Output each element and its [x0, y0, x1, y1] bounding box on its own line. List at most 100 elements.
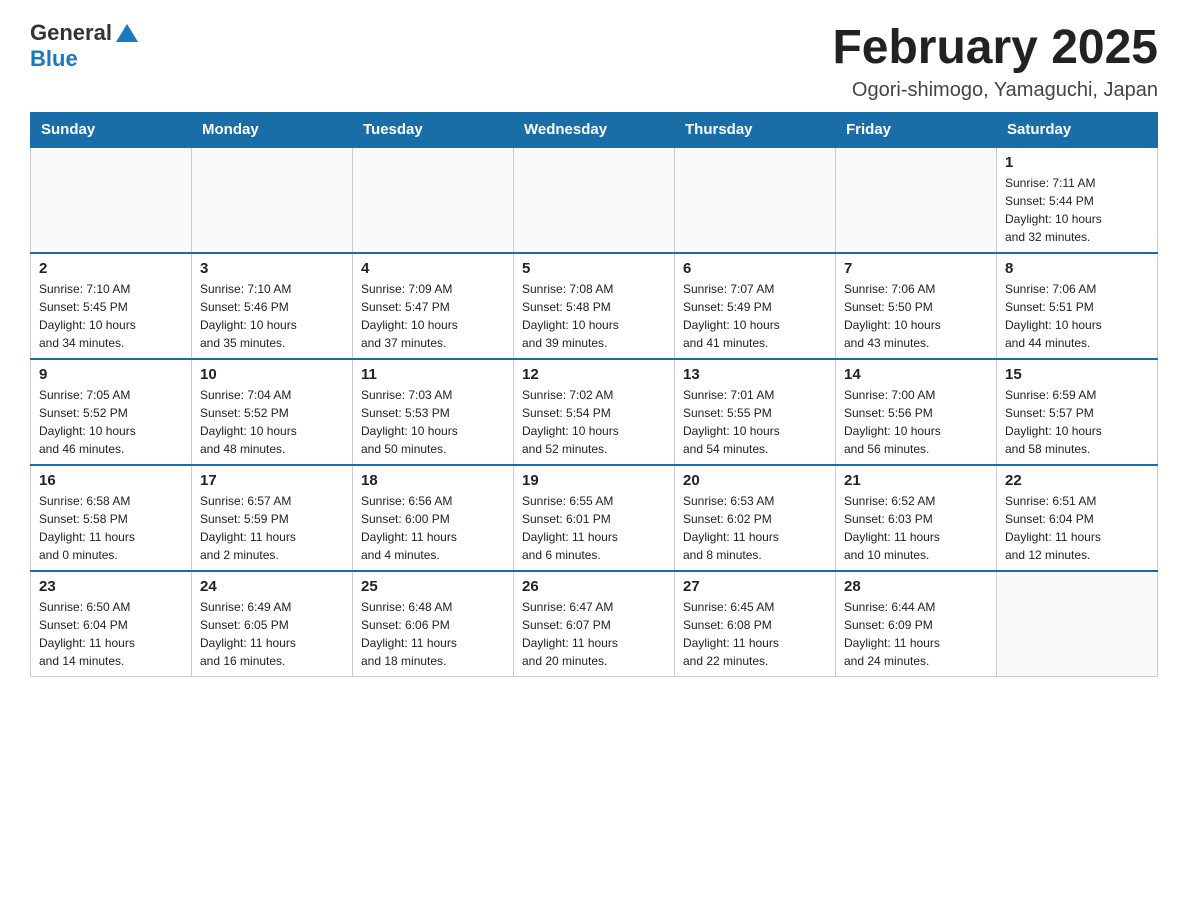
day-number: 3 [200, 260, 344, 277]
day-number: 13 [683, 366, 827, 383]
calendar-table: SundayMondayTuesdayWednesdayThursdayFrid… [30, 112, 1158, 677]
day-info: Sunrise: 7:05 AM Sunset: 5:52 PM Dayligh… [39, 386, 183, 458]
calendar-cell: 28 Sunrise: 6:44 AM Sunset: 6:09 PM Dayli… [836, 571, 997, 677]
day-info: Sunrise: 6:45 AM Sunset: 6:08 PM Dayligh… [683, 598, 827, 670]
day-number: 19 [522, 472, 666, 489]
day-number: 4 [361, 260, 505, 277]
calendar-week-row: 9 Sunrise: 7:05 AM Sunset: 5:52 PM Daylig… [31, 359, 1158, 465]
calendar-cell [997, 571, 1158, 677]
calendar-cell [675, 147, 836, 253]
day-info: Sunrise: 6:47 AM Sunset: 6:07 PM Dayligh… [522, 598, 666, 670]
calendar-cell [353, 147, 514, 253]
calendar-cell: 13 Sunrise: 7:01 AM Sunset: 5:55 PM Dayli… [675, 359, 836, 465]
calendar-cell: 16Sunrise: 6:58 AM Sunset: 5:58 PM Dayli… [31, 465, 192, 571]
calendar-cell: 26 Sunrise: 6:47 AM Sunset: 6:07 PM Dayli… [514, 571, 675, 677]
day-number: 10 [200, 366, 344, 383]
calendar-cell: 25 Sunrise: 6:48 AM Sunset: 6:06 PM Dayli… [353, 571, 514, 677]
calendar-subtitle: Ogori-shimogo, Yamaguchi, Japan [832, 79, 1158, 102]
calendar-week-row: 2 Sunrise: 7:10 AM Sunset: 5:45 PM Daylig… [31, 253, 1158, 359]
calendar-cell: 22 Sunrise: 6:51 AM Sunset: 6:04 PM Dayli… [997, 465, 1158, 571]
day-number: 11 [361, 366, 505, 383]
day-info: Sunrise: 7:06 AM Sunset: 5:51 PM Dayligh… [1005, 280, 1149, 352]
calendar-header: SundayMondayTuesdayWednesdayThursdayFrid… [31, 113, 1158, 148]
logo-general-text: General [30, 20, 112, 46]
weekday-header-monday: Monday [192, 113, 353, 148]
day-info: Sunrise: 6:48 AM Sunset: 6:06 PM Dayligh… [361, 598, 505, 670]
calendar-cell: 3 Sunrise: 7:10 AM Sunset: 5:46 PM Daylig… [192, 253, 353, 359]
day-number: 14 [844, 366, 988, 383]
day-info: Sunrise: 6:44 AM Sunset: 6:09 PM Dayligh… [844, 598, 988, 670]
calendar-cell [514, 147, 675, 253]
day-info: Sunrise: 7:02 AM Sunset: 5:54 PM Dayligh… [522, 386, 666, 458]
calendar-cell: 14 Sunrise: 7:00 AM Sunset: 5:56 PM Dayli… [836, 359, 997, 465]
title-block: February 2025 Ogori-shimogo, Yamaguchi, … [832, 20, 1158, 102]
weekday-header-tuesday: Tuesday [353, 113, 514, 148]
calendar-title: February 2025 [832, 20, 1158, 75]
calendar-cell: 5 Sunrise: 7:08 AM Sunset: 5:48 PM Daylig… [514, 253, 675, 359]
day-number: 9 [39, 366, 183, 383]
day-number: 25 [361, 578, 505, 595]
day-number: 7 [844, 260, 988, 277]
day-info: Sunrise: 6:51 AM Sunset: 6:04 PM Dayligh… [1005, 492, 1149, 564]
day-info: Sunrise: 7:06 AM Sunset: 5:50 PM Dayligh… [844, 280, 988, 352]
day-info: Sunrise: 7:07 AM Sunset: 5:49 PM Dayligh… [683, 280, 827, 352]
day-number: 18 [361, 472, 505, 489]
calendar-cell: 17 Sunrise: 6:57 AM Sunset: 5:59 PM Dayli… [192, 465, 353, 571]
weekday-header-sunday: Sunday [31, 113, 192, 148]
day-number: 27 [683, 578, 827, 595]
day-number: 8 [1005, 260, 1149, 277]
calendar-cell: 1 Sunrise: 7:11 AM Sunset: 5:44 PM Daylig… [997, 147, 1158, 253]
logo: General Blue [30, 20, 138, 72]
calendar-cell [836, 147, 997, 253]
calendar-cell [31, 147, 192, 253]
day-number: 22 [1005, 472, 1149, 489]
day-number: 6 [683, 260, 827, 277]
day-info: Sunrise: 6:49 AM Sunset: 6:05 PM Dayligh… [200, 598, 344, 670]
weekday-header-wednesday: Wednesday [514, 113, 675, 148]
day-info: Sunrise: 7:09 AM Sunset: 5:47 PM Dayligh… [361, 280, 505, 352]
calendar-cell: 4 Sunrise: 7:09 AM Sunset: 5:47 PM Daylig… [353, 253, 514, 359]
day-number: 26 [522, 578, 666, 595]
day-number: 5 [522, 260, 666, 277]
day-info: Sunrise: 7:10 AM Sunset: 5:45 PM Dayligh… [39, 280, 183, 352]
calendar-cell: 21 Sunrise: 6:52 AM Sunset: 6:03 PM Dayli… [836, 465, 997, 571]
day-info: Sunrise: 7:03 AM Sunset: 5:53 PM Dayligh… [361, 386, 505, 458]
calendar-cell: 24Sunrise: 6:49 AM Sunset: 6:05 PM Dayli… [192, 571, 353, 677]
calendar-body: 1 Sunrise: 7:11 AM Sunset: 5:44 PM Daylig… [31, 147, 1158, 677]
day-number: 16 [39, 472, 183, 489]
calendar-week-row: 23Sunrise: 6:50 AM Sunset: 6:04 PM Dayli… [31, 571, 1158, 677]
day-info: Sunrise: 6:50 AM Sunset: 6:04 PM Dayligh… [39, 598, 183, 670]
logo-blue-text: Blue [30, 46, 78, 72]
day-info: Sunrise: 7:11 AM Sunset: 5:44 PM Dayligh… [1005, 174, 1149, 246]
weekday-header-saturday: Saturday [997, 113, 1158, 148]
calendar-cell: 11 Sunrise: 7:03 AM Sunset: 5:53 PM Dayli… [353, 359, 514, 465]
calendar-cell: 10 Sunrise: 7:04 AM Sunset: 5:52 PM Dayli… [192, 359, 353, 465]
day-number: 17 [200, 472, 344, 489]
logo-triangle-icon [116, 24, 138, 42]
day-number: 15 [1005, 366, 1149, 383]
calendar-cell: 6 Sunrise: 7:07 AM Sunset: 5:49 PM Daylig… [675, 253, 836, 359]
day-info: Sunrise: 6:59 AM Sunset: 5:57 PM Dayligh… [1005, 386, 1149, 458]
calendar-cell: 12Sunrise: 7:02 AM Sunset: 5:54 PM Dayli… [514, 359, 675, 465]
day-info: Sunrise: 6:57 AM Sunset: 5:59 PM Dayligh… [200, 492, 344, 564]
page-header: General Blue February 2025 Ogori-shimogo… [30, 20, 1158, 102]
calendar-week-row: 16Sunrise: 6:58 AM Sunset: 5:58 PM Dayli… [31, 465, 1158, 571]
day-number: 28 [844, 578, 988, 595]
calendar-cell: 2 Sunrise: 7:10 AM Sunset: 5:45 PM Daylig… [31, 253, 192, 359]
day-number: 1 [1005, 154, 1149, 171]
day-info: Sunrise: 7:08 AM Sunset: 5:48 PM Dayligh… [522, 280, 666, 352]
day-info: Sunrise: 7:10 AM Sunset: 5:46 PM Dayligh… [200, 280, 344, 352]
day-info: Sunrise: 6:56 AM Sunset: 6:00 PM Dayligh… [361, 492, 505, 564]
day-info: Sunrise: 7:00 AM Sunset: 5:56 PM Dayligh… [844, 386, 988, 458]
calendar-cell [192, 147, 353, 253]
day-number: 21 [844, 472, 988, 489]
day-info: Sunrise: 6:55 AM Sunset: 6:01 PM Dayligh… [522, 492, 666, 564]
day-info: Sunrise: 7:04 AM Sunset: 5:52 PM Dayligh… [200, 386, 344, 458]
day-info: Sunrise: 7:01 AM Sunset: 5:55 PM Dayligh… [683, 386, 827, 458]
calendar-cell: 18 Sunrise: 6:56 AM Sunset: 6:00 PM Dayli… [353, 465, 514, 571]
day-info: Sunrise: 6:52 AM Sunset: 6:03 PM Dayligh… [844, 492, 988, 564]
calendar-cell: 8 Sunrise: 7:06 AM Sunset: 5:51 PM Daylig… [997, 253, 1158, 359]
calendar-week-row: 1 Sunrise: 7:11 AM Sunset: 5:44 PM Daylig… [31, 147, 1158, 253]
day-number: 2 [39, 260, 183, 277]
calendar-cell: 20Sunrise: 6:53 AM Sunset: 6:02 PM Dayli… [675, 465, 836, 571]
